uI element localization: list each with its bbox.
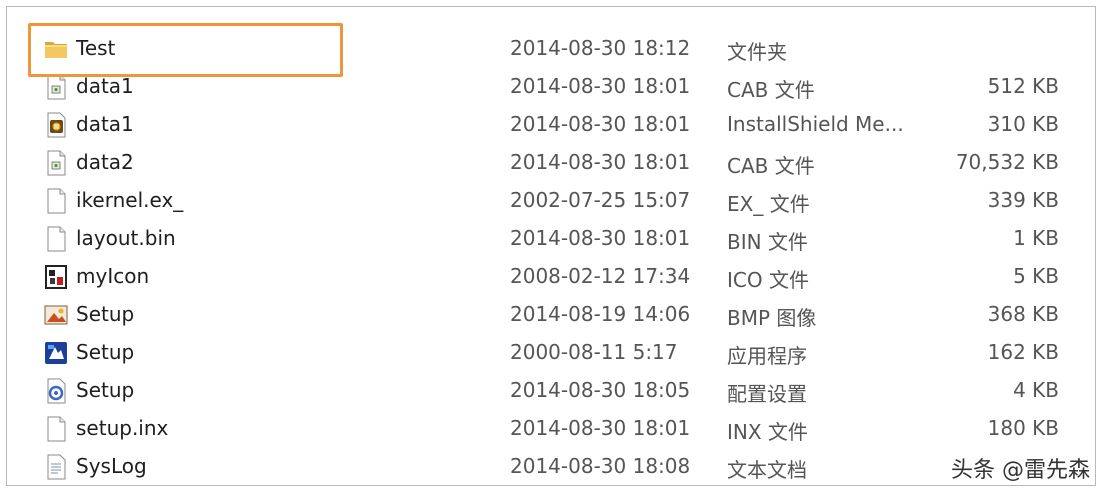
file-date-modified: 2014-08-30 18:01 [510, 150, 691, 174]
file-name: myIcon [76, 264, 150, 288]
file-date-modified: 2014-08-30 18:01 [510, 112, 691, 136]
watermark: 头条 @雷先森 [951, 458, 1090, 483]
file-name: SysLog [76, 454, 147, 478]
file-size: 1 KB [1013, 226, 1059, 250]
file-date-modified: 2002-07-25 15:07 [510, 188, 691, 212]
file-date-modified: 2014-08-19 14:06 [510, 302, 691, 326]
file-row[interactable]: data1 2014-08-30 18:01 CAB 文件 512 KB [7, 67, 1095, 105]
file-name: Setup [76, 302, 135, 326]
file-row[interactable]: SysLog 2014-08-30 18:08 文本文档 [7, 447, 1095, 485]
file-date-modified: 2014-08-30 18:08 [510, 454, 691, 478]
config-settings-icon [42, 377, 70, 405]
file-row[interactable]: data1 2014-08-30 18:01 InstallShield Me...… [7, 105, 1095, 143]
file-type: 文本文档 [727, 458, 807, 482]
file-type: 应用程序 [727, 344, 807, 368]
file-date-modified: 2014-08-30 18:01 [510, 416, 691, 440]
file-name: Test [76, 36, 116, 60]
file-type: CAB 文件 [727, 154, 815, 178]
file-name: Setup [76, 378, 135, 402]
file-row[interactable]: ikernel.ex_ 2002-07-25 15:07 EX_ 文件 339 KB [7, 181, 1095, 219]
file-size: 180 KB [987, 416, 1059, 440]
file-size: 70,532 KB [955, 150, 1059, 174]
file-size: 368 KB [987, 302, 1059, 326]
file-date-modified: 2000-08-11 5:17 [510, 340, 678, 364]
bmp-image-icon [42, 301, 70, 329]
file-type: ICO 文件 [727, 268, 809, 292]
file-type: INX 文件 [727, 420, 808, 444]
file-name: Setup [76, 340, 135, 364]
file-row[interactable]: Setup 2014-08-30 18:05 配置设置 4 KB [7, 371, 1095, 409]
blank-file-icon [42, 225, 70, 253]
file-date-modified: 2014-08-30 18:12 [510, 36, 691, 60]
cab-file-icon [42, 149, 70, 177]
file-type: 文件夹 [727, 40, 787, 64]
file-type: EX_ 文件 [727, 192, 810, 216]
file-row[interactable]: layout.bin 2014-08-30 18:01 BIN 文件 1 KB [7, 219, 1095, 257]
file-type: BMP 图像 [727, 306, 817, 330]
file-type: 配置设置 [727, 382, 807, 406]
file-name: data2 [76, 150, 134, 174]
file-row[interactable]: data2 2014-08-30 18:01 CAB 文件 70,532 KB [7, 143, 1095, 181]
ico-file-icon [42, 263, 70, 291]
file-list-pane: Test 2014-08-30 18:12 文件夹 data1 2014-08-30 1… [6, 6, 1096, 486]
file-row[interactable]: Setup 2014-08-19 14:06 BMP 图像 368 KB [7, 295, 1095, 333]
file-size: 4 KB [1013, 378, 1059, 402]
text-document-icon [42, 453, 70, 481]
blank-file-icon [42, 415, 70, 443]
file-date-modified: 2014-08-30 18:05 [510, 378, 691, 402]
file-type: CAB 文件 [727, 78, 815, 102]
file-size: 512 KB [987, 74, 1059, 98]
file-type: BIN 文件 [727, 230, 808, 254]
blank-file-icon [42, 187, 70, 215]
file-name: layout.bin [76, 226, 176, 250]
file-date-modified: 2014-08-30 18:01 [510, 74, 691, 98]
file-row[interactable]: Setup 2000-08-11 5:17 应用程序 162 KB [7, 333, 1095, 371]
file-size: 5 KB [1013, 264, 1059, 288]
setup-app-icon [42, 339, 70, 367]
file-type: InstallShield Me... [727, 112, 904, 136]
file-row[interactable]: myIcon 2008-02-12 17:34 ICO 文件 5 KB [7, 257, 1095, 295]
file-date-modified: 2008-02-12 17:34 [510, 264, 691, 288]
file-size: 310 KB [987, 112, 1059, 136]
file-date-modified: 2014-08-30 18:01 [510, 226, 691, 250]
installshield-file-icon [42, 111, 70, 139]
file-row[interactable]: Test 2014-08-30 18:12 文件夹 [7, 29, 1095, 67]
file-row[interactable]: setup.inx 2014-08-30 18:01 INX 文件 180 KB [7, 409, 1095, 447]
file-name: setup.inx [76, 416, 169, 440]
folder-icon [42, 35, 70, 63]
file-name: ikernel.ex_ [76, 188, 184, 212]
file-name: data1 [76, 74, 134, 98]
file-size: 339 KB [987, 188, 1059, 212]
file-size: 162 KB [987, 340, 1059, 364]
file-name: data1 [76, 112, 134, 136]
cab-file-icon [42, 73, 70, 101]
